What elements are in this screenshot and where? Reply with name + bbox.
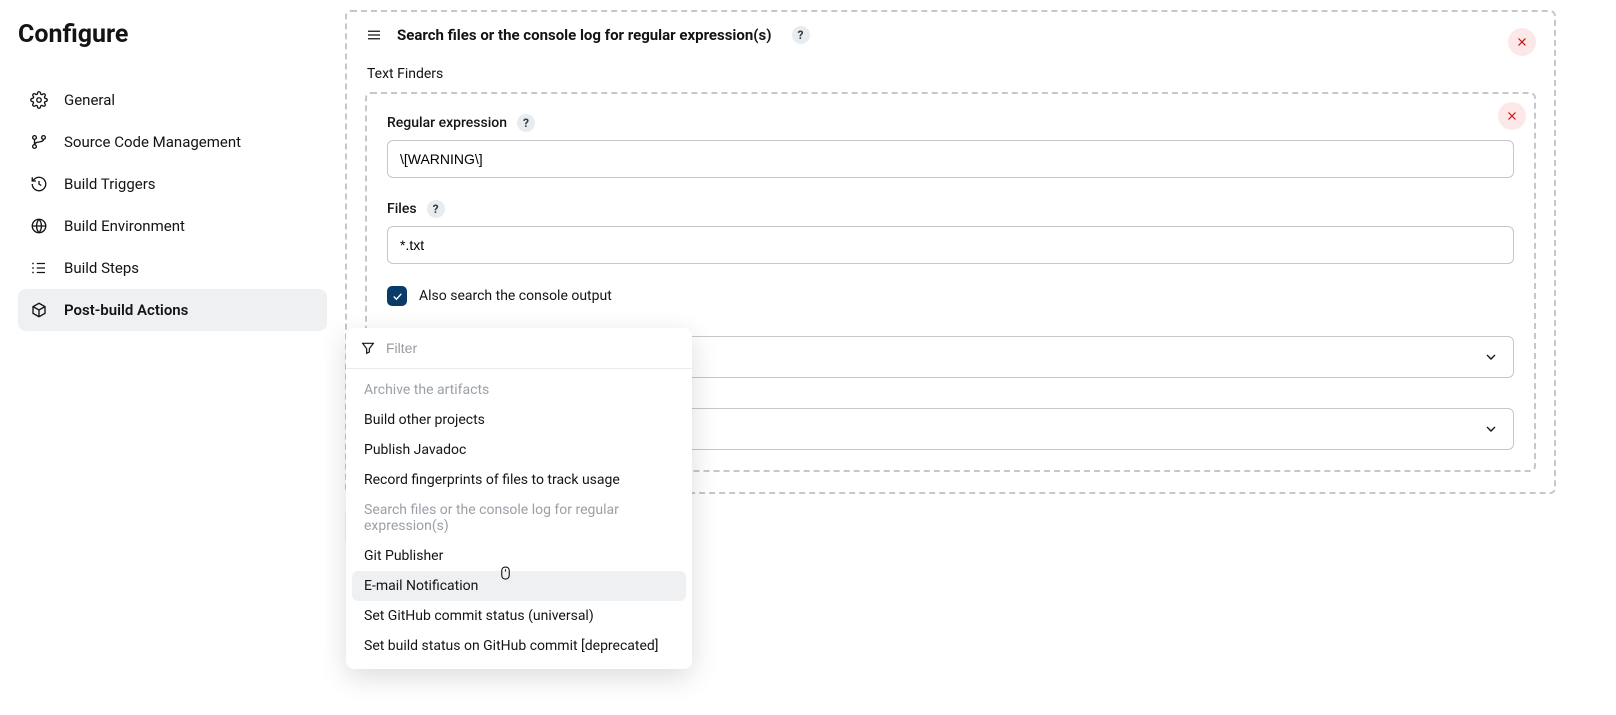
nav-label: General xyxy=(64,91,115,109)
branch-icon xyxy=(30,133,48,151)
card-title: Search files or the console log for regu… xyxy=(397,26,772,44)
popup-list: Archive the artifactsBuild other project… xyxy=(346,369,692,669)
drag-handle-icon[interactable] xyxy=(365,26,383,44)
popup-item[interactable]: Set GitHub commit status (universal) xyxy=(352,601,686,631)
nav-list: General Source Code Management Build Tri… xyxy=(18,79,327,331)
nav-item-steps[interactable]: Build Steps xyxy=(18,247,327,289)
files-label: Files ? xyxy=(387,200,1514,218)
help-icon[interactable]: ? xyxy=(427,200,445,218)
console-output-label: Also search the console output xyxy=(419,288,612,304)
regex-label: Regular expression ? xyxy=(387,114,1514,132)
remove-text-finder-button[interactable] xyxy=(1498,102,1526,130)
popup-item[interactable]: Publish Javadoc xyxy=(352,435,686,465)
nav-item-post-build[interactable]: Post-build Actions xyxy=(18,289,327,331)
popup-item: Search files or the console log for regu… xyxy=(352,495,686,541)
popup-filter-input[interactable] xyxy=(386,340,678,356)
add-action-popup: Archive the artifactsBuild other project… xyxy=(346,328,692,669)
nav-label: Build Steps xyxy=(64,259,139,277)
nav-label: Source Code Management xyxy=(64,133,241,151)
nav-item-env[interactable]: Build Environment xyxy=(18,205,327,247)
nav-item-triggers[interactable]: Build Triggers xyxy=(18,163,327,205)
card-header: Search files or the console log for regu… xyxy=(365,26,1536,44)
files-field: Files ? xyxy=(387,200,1514,264)
help-icon[interactable]: ? xyxy=(792,26,810,44)
console-output-checkbox-row: Also search the console output xyxy=(387,286,1514,306)
package-icon xyxy=(30,301,48,319)
popup-item[interactable]: Build other projects xyxy=(352,405,686,435)
nav-label: Build Environment xyxy=(64,217,185,235)
popup-item: Archive the artifacts xyxy=(352,375,686,405)
nav-label: Build Triggers xyxy=(64,175,156,193)
popup-item[interactable]: Record fingerprints of files to track us… xyxy=(352,465,686,495)
nav-label: Post-build Actions xyxy=(64,301,188,319)
nav-item-general[interactable]: General xyxy=(18,79,327,121)
regex-field: Regular expression ? xyxy=(387,114,1514,178)
section-label: Text Finders xyxy=(367,66,1536,82)
list-icon xyxy=(30,259,48,277)
regex-input[interactable] xyxy=(387,140,1514,178)
popup-search xyxy=(346,328,692,369)
gear-icon xyxy=(30,91,48,109)
remove-step-button[interactable] xyxy=(1508,28,1536,56)
help-icon[interactable]: ? xyxy=(517,114,535,132)
history-icon xyxy=(30,175,48,193)
sidebar: Configure General Source Code Management… xyxy=(0,0,345,715)
files-input[interactable] xyxy=(387,226,1514,264)
filter-icon xyxy=(360,340,376,356)
popup-item[interactable]: Set build status on GitHub commit [depre… xyxy=(352,631,686,661)
page-title: Configure xyxy=(18,20,327,49)
globe-icon xyxy=(30,217,48,235)
regex-label-text: Regular expression xyxy=(387,115,507,131)
console-output-checkbox[interactable] xyxy=(387,286,407,306)
nav-item-scm[interactable]: Source Code Management xyxy=(18,121,327,163)
popup-item[interactable]: Git Publisher xyxy=(352,541,686,571)
popup-item[interactable]: E-mail Notification xyxy=(352,571,686,601)
files-label-text: Files xyxy=(387,201,417,217)
